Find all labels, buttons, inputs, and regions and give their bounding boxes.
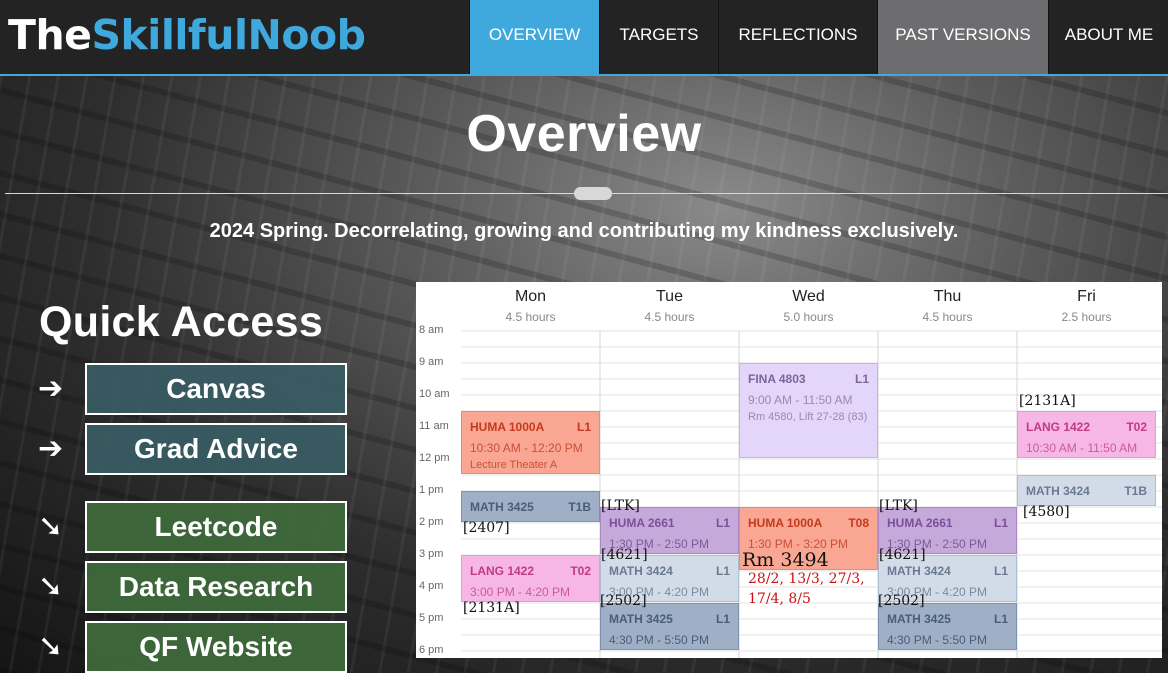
nav-about-me[interactable]: ABOUT ME bbox=[1048, 0, 1168, 74]
quick-access-heading: Quick Access bbox=[39, 298, 324, 346]
divider-ornament bbox=[574, 187, 612, 200]
event-code: MATH 3425 bbox=[887, 612, 951, 626]
day-header-tue: Tue bbox=[656, 288, 683, 305]
leetcode-link-button[interactable]: Leetcode bbox=[85, 501, 347, 553]
weekly-schedule: Mon 4.5 hours Tue 4.5 hours Wed 5.0 hour… bbox=[416, 282, 1162, 658]
data-research-link-button[interactable]: Data Research bbox=[85, 561, 347, 613]
room-note: [2407] bbox=[463, 520, 510, 536]
event-code: MATH 3424 bbox=[887, 564, 951, 578]
event-location: Lecture Theater A bbox=[470, 459, 558, 471]
nav-reflections[interactable]: REFLECTIONS bbox=[718, 0, 877, 74]
time-label: 9 am bbox=[419, 356, 444, 368]
day-hours-tue: 4.5 hours bbox=[644, 310, 695, 324]
arrow-right-icon: ➔ bbox=[38, 431, 64, 466]
event-code: HUMA 2661 bbox=[609, 516, 675, 530]
event-time: 10:30 AM - 12:20 PM bbox=[470, 441, 583, 455]
time-label: 1 pm bbox=[419, 484, 444, 496]
time-label: 5 pm bbox=[419, 612, 444, 624]
page-subtitle: 2024 Spring. Decorrelating, growing and … bbox=[209, 220, 959, 242]
event-code: FINA 4803 bbox=[748, 372, 806, 386]
room-note: [2131A] bbox=[463, 600, 520, 616]
time-label: 12 pm bbox=[419, 452, 450, 464]
room-note: [2502] bbox=[878, 593, 925, 609]
event-lang1422-mon[interactable]: LANG 1422 T02 3:00 PM - 4:20 PM bbox=[461, 555, 600, 602]
event-section: T1B bbox=[1124, 484, 1147, 498]
event-math3425-mon[interactable]: MATH 3425 T1B bbox=[461, 491, 600, 522]
time-label: 6 pm bbox=[419, 644, 444, 656]
event-section: L1 bbox=[993, 564, 1008, 578]
room-note: [4621] bbox=[601, 547, 648, 563]
logo-part-2: SkillfulNoob bbox=[91, 11, 366, 59]
event-time: 3:00 PM - 4:20 PM bbox=[470, 585, 571, 599]
event-math3425-thu[interactable]: MATH 3425 L1 4:30 PM - 5:50 PM bbox=[878, 603, 1017, 650]
nav-past-versions[interactable]: PAST VERSIONS bbox=[877, 0, 1048, 74]
arrow-down-right-icon: ➘ bbox=[38, 629, 64, 664]
day-hours-fri: 2.5 hours bbox=[1061, 310, 1112, 324]
arrow-down-right-icon: ➘ bbox=[38, 509, 64, 544]
canvas-link-button[interactable]: Canvas bbox=[85, 363, 347, 415]
event-section: L1 bbox=[993, 612, 1008, 626]
event-section: T1B bbox=[568, 500, 591, 514]
event-time: 4:30 PM - 5:50 PM bbox=[609, 633, 710, 647]
event-section: L1 bbox=[715, 564, 730, 578]
event-fina4803-wed[interactable]: FINA 4803 L1 9:00 AM - 11:50 AM Rm 4580,… bbox=[739, 363, 878, 458]
nav-overview[interactable]: OVERVIEW bbox=[469, 0, 599, 74]
date-note: 28/2, 13/3, 27/3, bbox=[748, 571, 865, 587]
event-section: T08 bbox=[848, 516, 869, 530]
day-hours-wed: 5.0 hours bbox=[783, 310, 834, 324]
event-section: L1 bbox=[854, 372, 869, 386]
event-section: L1 bbox=[993, 516, 1008, 530]
time-label: 10 am bbox=[419, 388, 450, 400]
day-hours-mon: 4.5 hours bbox=[505, 310, 556, 324]
date-note: 17/4, 8/5 bbox=[748, 591, 811, 607]
room-note: [2131A] bbox=[1019, 393, 1076, 409]
day-hours-thu: 4.5 hours bbox=[922, 310, 973, 324]
qf-website-link-button[interactable]: QF Website bbox=[85, 621, 347, 673]
event-huma1000a-mon[interactable]: HUMA 1000A L1 10:30 AM - 12:20 PM Lectur… bbox=[461, 411, 600, 474]
nav-targets[interactable]: TARGETS bbox=[599, 0, 718, 74]
site-logo[interactable]: TheSkillfulNoob bbox=[8, 10, 366, 60]
room-note: [LTK] bbox=[601, 498, 640, 514]
top-navbar: TheSkillfulNoob OVERVIEW TARGETS REFLECT… bbox=[0, 0, 1168, 76]
room-note: [4580] bbox=[1023, 504, 1070, 520]
arrow-right-icon: ➔ bbox=[38, 371, 64, 406]
event-time: 10:30 AM - 11:50 AM bbox=[1026, 441, 1138, 455]
event-code: MATH 3425 bbox=[609, 612, 673, 626]
room-note: [4621] bbox=[879, 547, 926, 563]
time-label: 4 pm bbox=[419, 580, 444, 592]
event-lang1422-fri[interactable]: LANG 1422 T02 10:30 AM - 11:50 AM bbox=[1017, 411, 1156, 458]
day-header-wed: Wed bbox=[792, 288, 825, 305]
event-section: T02 bbox=[570, 564, 591, 578]
event-code: MATH 3424 bbox=[609, 564, 673, 578]
time-label: 11 am bbox=[419, 420, 449, 432]
event-section: L1 bbox=[715, 516, 730, 530]
time-label: 3 pm bbox=[419, 548, 444, 560]
day-header-fri: Fri bbox=[1077, 288, 1096, 305]
event-code: HUMA 1000A bbox=[470, 420, 545, 434]
grad-advice-link-button[interactable]: Grad Advice bbox=[85, 423, 347, 475]
event-section: L1 bbox=[715, 612, 730, 626]
event-section: T02 bbox=[1126, 420, 1147, 434]
day-header-mon: Mon bbox=[514, 288, 547, 305]
time-label: 8 am bbox=[419, 324, 444, 336]
time-label: 2 pm bbox=[419, 516, 444, 528]
arrow-down-right-icon: ➘ bbox=[38, 569, 64, 604]
event-section: L1 bbox=[576, 420, 591, 434]
day-header-thu: Thu bbox=[933, 288, 962, 305]
page-title: Overview bbox=[466, 105, 702, 163]
room-note: [2502] bbox=[600, 593, 647, 609]
event-time: 4:30 PM - 5:50 PM bbox=[887, 633, 988, 647]
event-code: HUMA 2661 bbox=[887, 516, 953, 530]
event-math3425-tue[interactable]: MATH 3425 L1 4:30 PM - 5:50 PM bbox=[600, 603, 739, 650]
room-note: [LTK] bbox=[879, 498, 918, 514]
event-location: Rm 4580, Lift 27-28 (83) bbox=[748, 411, 868, 423]
event-math3424-fri[interactable]: MATH 3424 T1B bbox=[1017, 475, 1156, 506]
room-note: Rm 3494 bbox=[742, 549, 829, 571]
logo-part-1: The bbox=[8, 11, 92, 59]
event-time: 9:00 AM - 11:50 AM bbox=[748, 393, 853, 407]
